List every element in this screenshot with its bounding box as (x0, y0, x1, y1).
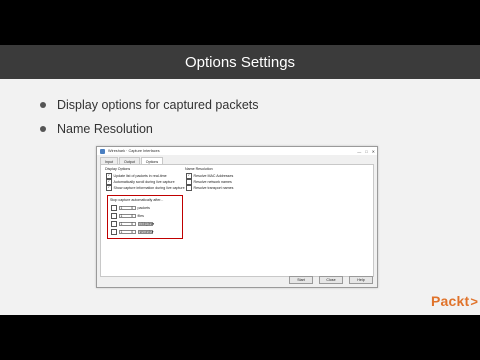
name-resolution-row[interactable]: ✓ Resolve MAC Addresses (186, 173, 233, 179)
chevron-down-icon[interactable]: ▾ (152, 230, 154, 234)
close-dialog-button[interactable]: Close (319, 276, 343, 284)
packt-arrow-icon: > (470, 293, 479, 309)
help-button[interactable]: Help (349, 276, 373, 284)
quantity-stepper[interactable]: 1 ⇕ (118, 205, 136, 210)
stop-capture-row[interactable]: 1 ⇕ files (111, 213, 144, 219)
quantity-stepper[interactable]: 1 ⇕ (118, 213, 136, 218)
checkbox-checked-icon[interactable]: ✓ (106, 179, 112, 185)
stop-capture-title: Stop capture automatically after... (110, 198, 164, 202)
checkbox-unchecked-icon[interactable] (111, 221, 117, 227)
name-resolution-title: Name Resolution (185, 167, 213, 171)
display-option-label: Update list of packets in real-time (113, 173, 167, 178)
checkbox-checked-icon[interactable]: ✓ (106, 185, 112, 191)
checkbox-checked-icon[interactable]: ✓ (106, 173, 112, 179)
checkbox-checked-icon[interactable]: ✓ (186, 173, 192, 179)
checkbox-unchecked-icon[interactable] (186, 179, 192, 185)
stop-capture-row[interactable]: 1 ⇕ packets (111, 205, 150, 211)
letterbox-top (0, 0, 480, 45)
stepper-arrows-icon[interactable]: ⇕ (131, 230, 134, 234)
wireshark-logo-icon (100, 148, 105, 154)
slide-title: Options Settings (184, 53, 296, 71)
quantity-stepper[interactable]: 1 ⇕ (118, 221, 136, 226)
stop-unit-label: packets (137, 205, 150, 210)
stepper-arrows-icon[interactable]: ⇕ (131, 214, 134, 218)
bullet-item: Name Resolution (40, 122, 153, 136)
unit-select[interactable]: seconds ▾ (137, 229, 154, 234)
checkbox-unchecked-icon[interactable] (186, 185, 192, 191)
chevron-down-icon[interactable]: ▾ (152, 222, 154, 226)
slide: Options Settings Display options for cap… (0, 45, 480, 315)
display-option-row[interactable]: ✓ Show capture information during live c… (106, 185, 185, 191)
title-bar: Options Settings (0, 45, 480, 79)
stop-unit-label: files (137, 213, 144, 218)
packt-logo: Packt > (431, 293, 478, 309)
name-resolution-row[interactable]: Resolve network names (186, 179, 232, 185)
start-button[interactable]: Start (289, 276, 313, 284)
maximize-button[interactable]: □ (365, 149, 367, 154)
display-option-row[interactable]: ✓ Update list of packets in real-time (106, 173, 167, 179)
bullet-text: Display options for captured packets (57, 98, 259, 112)
dialog-title: Wireshark · Capture Interfaces (108, 149, 160, 153)
name-resolution-label: Resolve transport names (193, 185, 234, 190)
unit-select[interactable]: kilobytes ▾ (137, 221, 154, 226)
window-controls: — □ ✕ (357, 147, 375, 155)
bullet-dot-icon (40, 102, 46, 108)
stepper-arrows-icon[interactable]: ⇕ (131, 206, 134, 210)
bullet-dot-icon (40, 126, 46, 132)
checkbox-unchecked-icon[interactable] (111, 205, 117, 211)
display-option-row[interactable]: ✓ Automatically scroll during live captu… (106, 179, 175, 185)
options-panel: Display Options ✓ Update list of packets… (100, 164, 374, 277)
quantity-stepper[interactable]: 1 ⇕ (118, 229, 136, 234)
packt-logo-text: Packt (431, 293, 470, 309)
checkbox-unchecked-icon[interactable] (111, 229, 117, 235)
name-resolution-row[interactable]: Resolve transport names (186, 185, 233, 191)
name-resolution-label: Resolve network names (193, 179, 232, 184)
bullet-text: Name Resolution (57, 122, 153, 136)
checkbox-unchecked-icon[interactable] (111, 213, 117, 219)
bullet-item: Display options for captured packets (40, 98, 259, 112)
display-option-label: Show capture information during live cap… (113, 185, 185, 190)
capture-interfaces-dialog: Wireshark · Capture Interfaces — □ ✕ Inp… (96, 146, 378, 288)
dialog-titlebar: Wireshark · Capture Interfaces — □ ✕ (97, 147, 377, 155)
stepper-arrows-icon[interactable]: ⇕ (131, 222, 134, 226)
display-options-title: Display Options (105, 167, 131, 171)
name-resolution-label: Resolve MAC Addresses (193, 173, 234, 178)
display-option-label: Automatically scroll during live capture (113, 179, 175, 184)
letterbox-bottom (0, 315, 480, 360)
stop-capture-row[interactable]: 1 ⇕ seconds ▾ (111, 229, 153, 235)
stop-capture-highlight: Stop capture automatically after... 1 ⇕ p… (107, 195, 183, 239)
close-button[interactable]: ✕ (372, 149, 375, 154)
dialog-button-bar: Start Close Help (289, 276, 373, 284)
stop-capture-row[interactable]: 1 ⇕ kilobytes ▾ (111, 221, 154, 227)
minimize-button[interactable]: — (357, 149, 361, 154)
